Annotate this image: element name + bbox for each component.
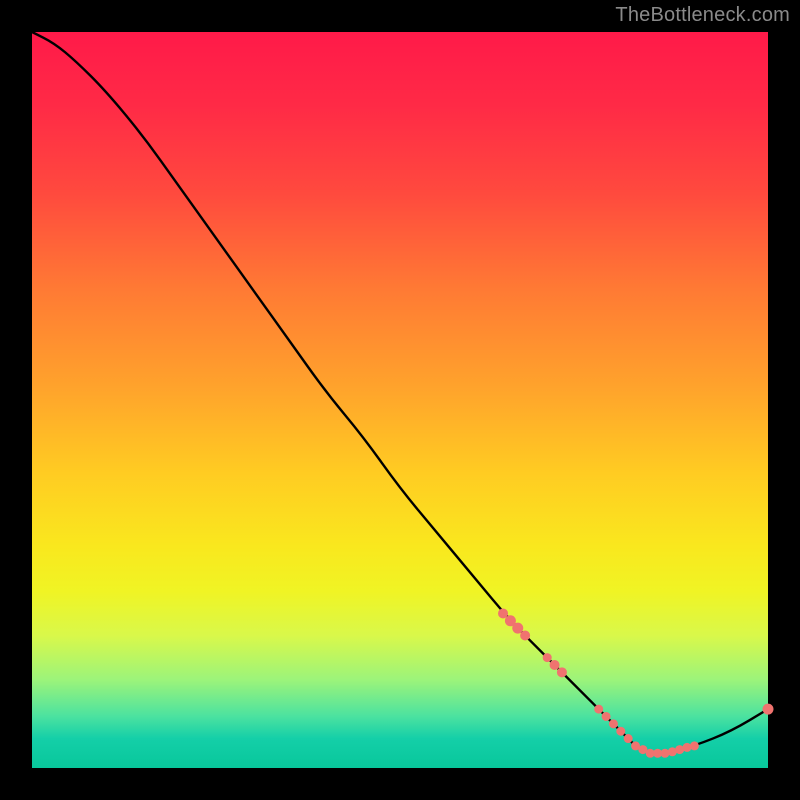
marker-dot (543, 653, 552, 662)
marker-dot (602, 712, 611, 721)
marker-dot (594, 705, 603, 714)
marker-dot (557, 667, 567, 677)
marker-dot (624, 734, 633, 743)
chart-svg (32, 32, 768, 768)
marker-dot (520, 631, 530, 641)
bottleneck-curve (32, 32, 768, 753)
marker-dot (690, 741, 699, 750)
chart-frame: TheBottleneck.com (0, 0, 800, 800)
highlight-markers (498, 608, 773, 757)
marker-dot (609, 719, 618, 728)
marker-dot (763, 704, 774, 715)
marker-dot (616, 727, 625, 736)
marker-dot (550, 660, 560, 670)
plot-area (32, 32, 768, 768)
watermark-text: TheBottleneck.com (615, 4, 790, 27)
